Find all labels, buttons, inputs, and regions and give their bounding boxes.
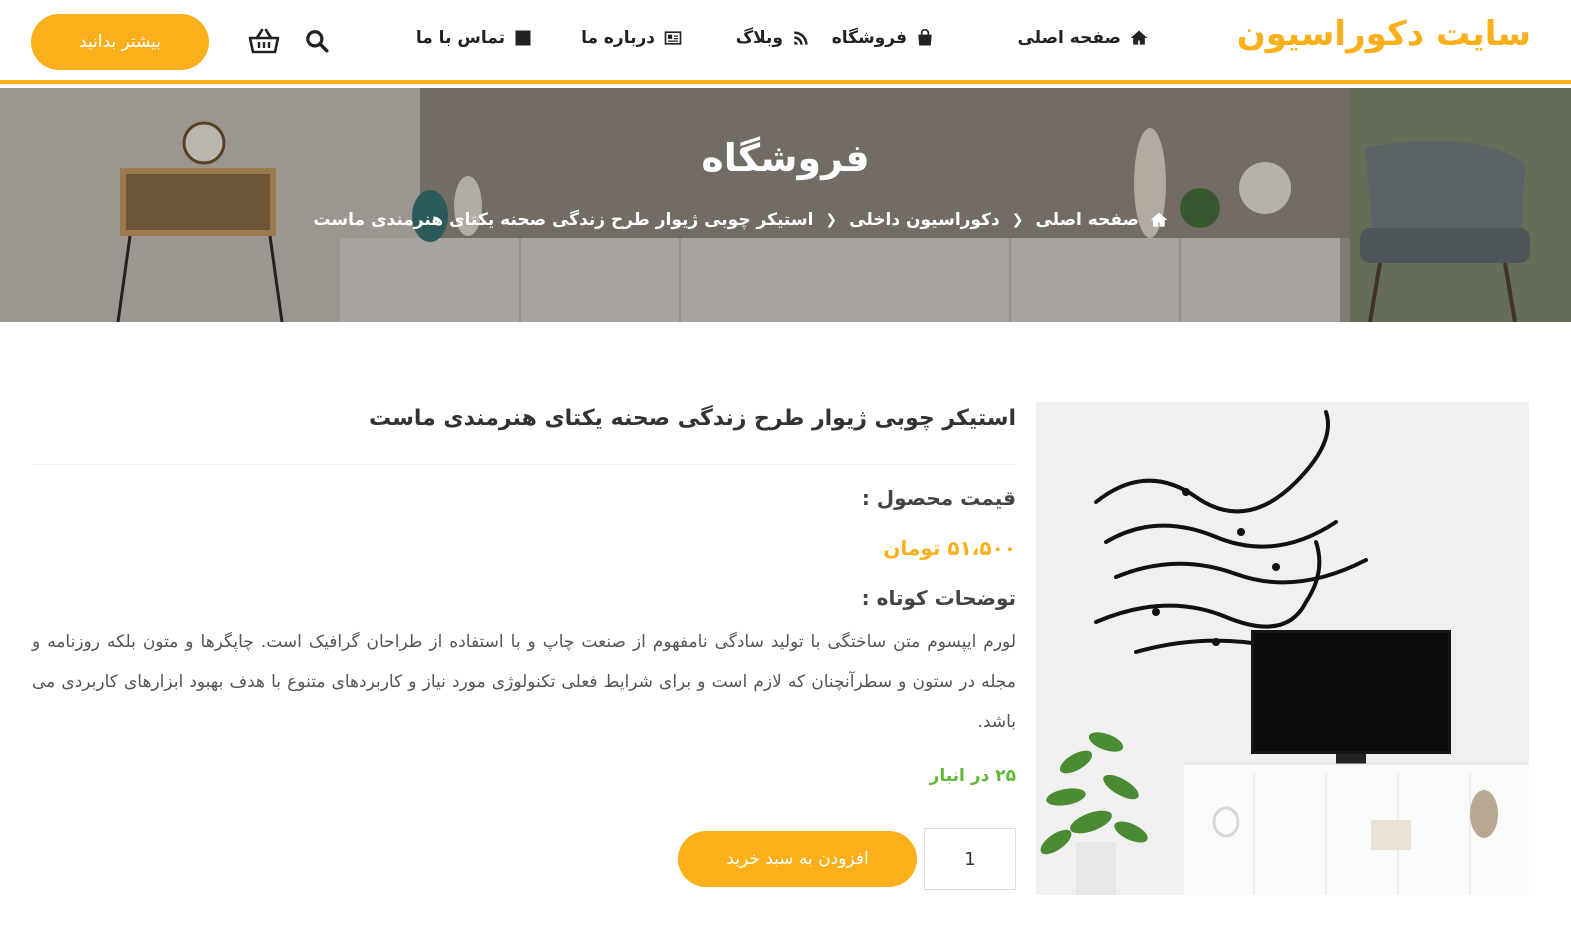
chevron-left-icon: ❮	[825, 212, 838, 228]
product-title: استیکر چوبی ژیوار طرح زندگی صحنه یکتای ه…	[368, 406, 1016, 431]
breadcrumb-category[interactable]: دکوراسیون داخلی	[849, 210, 1000, 230]
product-image[interactable]	[1036, 402, 1529, 895]
learn-more-button[interactable]: بیشتر بدانید	[31, 14, 209, 70]
nav-shop-label: فروشگاه	[831, 28, 907, 48]
rss-icon	[794, 31, 808, 45]
nav-about-label: درباره ما	[581, 28, 655, 48]
nav-shop[interactable]: فروشگاه	[832, 28, 935, 48]
breadcrumb: صفحه اصلی ❮ دکوراسیون داخلی ❮ استیکر چوب…	[313, 210, 1171, 230]
nav-home[interactable]: صفحه اصلی	[1017, 28, 1149, 48]
shopping-bag-icon	[918, 28, 932, 46]
product-description: لورم ایپسوم متن ساختگی با تولید سادگی نا…	[32, 632, 1016, 732]
phone-icon	[515, 30, 531, 46]
nav-about[interactable]: درباره ما	[581, 28, 683, 48]
stock-status: ۲۵ در انبار	[929, 766, 1016, 786]
breadcrumb-current: استیکر چوبی ژیوار طرح زندگی صحنه یکتای ه…	[313, 210, 814, 230]
basket-icon[interactable]	[248, 27, 280, 55]
id-card-icon	[664, 31, 682, 45]
home-icon[interactable]	[1147, 210, 1171, 230]
breadcrumb-home[interactable]: صفحه اصلی	[1035, 210, 1139, 230]
site-header: سایت دکوراسیون صفحه اصلی فروشگاه وبلاگ د…	[0, 0, 1571, 84]
hero-overlay	[0, 88, 1571, 322]
nav-contact[interactable]: تماس با ما	[416, 28, 533, 48]
page-title: فروشگاه	[701, 136, 870, 180]
home-icon	[1130, 30, 1148, 45]
description-label: توضحات کوتاه :	[861, 586, 1016, 610]
divider	[32, 464, 1016, 465]
nav-contact-label: تماس با ما	[415, 28, 505, 48]
nav-home-label: صفحه اصلی	[1017, 28, 1121, 48]
chevron-left-icon: ❮	[1011, 212, 1024, 228]
nav-blog[interactable]: وبلاگ	[736, 28, 811, 48]
product-photo	[1036, 402, 1529, 895]
hero-banner: فروشگاه صفحه اصلی ❮ دکوراسیون داخلی ❮ اس…	[0, 88, 1571, 322]
price-value: ۵۱،۵۰۰ تومان	[883, 536, 1016, 560]
nav-blog-label: وبلاگ	[735, 28, 783, 48]
add-to-cart-button[interactable]: افزودن به سبد خرید	[678, 831, 917, 887]
quantity-input[interactable]	[924, 828, 1016, 890]
search-icon[interactable]	[304, 28, 330, 54]
price-label: قیمت محصول :	[861, 486, 1016, 510]
site-logo[interactable]: سایت دکوراسیون	[1237, 14, 1532, 54]
